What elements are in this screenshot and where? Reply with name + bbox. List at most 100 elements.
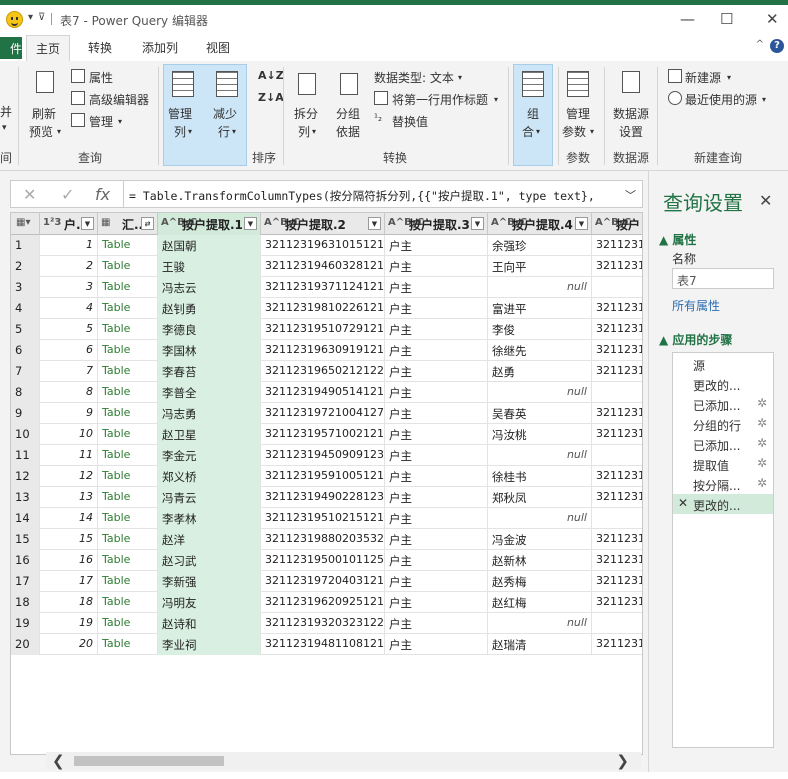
- cell-extract-5[interactable]: 32112319: [592, 298, 642, 319]
- combine-label[interactable]: 组: [527, 105, 539, 122]
- table-row[interactable]: 19 19 Table 赵诗和 321123193203231223 户主 null: [11, 613, 642, 634]
- cell-extract-2[interactable]: 321123198102261216: [261, 298, 385, 319]
- table-row[interactable]: 11 11 Table 李金元 321123194509091230 户主 null: [11, 445, 642, 466]
- formula-cancel-icon[interactable]: ✕: [23, 185, 36, 204]
- filter-dropdown-icon[interactable]: ▼: [368, 217, 381, 230]
- row-number[interactable]: 13: [11, 487, 40, 508]
- cell-table-link[interactable]: Table: [98, 487, 158, 508]
- cell-extract-2[interactable]: 321123194509091230: [261, 445, 385, 466]
- cell-table-link[interactable]: Table: [98, 298, 158, 319]
- row-number[interactable]: 3: [11, 277, 40, 298]
- applied-step[interactable]: 已添加... ✲: [673, 394, 773, 414]
- preview-label[interactable]: 预览: [29, 123, 53, 140]
- cell-extract-1[interactable]: 冯青云: [158, 487, 261, 508]
- cell-extract-1[interactable]: 赵洋: [158, 529, 261, 550]
- cell-extract-4[interactable]: 徐继先: [488, 340, 592, 361]
- advanced-editor-button[interactable]: 高级编辑器: [89, 91, 149, 108]
- cell-extract-1[interactable]: 李国林: [158, 340, 261, 361]
- cell-extract-1[interactable]: 冯明友: [158, 592, 261, 613]
- clipped-button-label[interactable]: 并: [0, 103, 12, 120]
- cell-extract-5[interactable]: [592, 277, 642, 298]
- cell-extract-5[interactable]: 32112319: [592, 340, 642, 361]
- cell-extract-4[interactable]: 李俊: [488, 319, 592, 340]
- cell-extract-3[interactable]: 户主: [385, 277, 488, 298]
- cell-extract-3[interactable]: 户主: [385, 571, 488, 592]
- step-settings-icon[interactable]: ✲: [757, 416, 767, 430]
- cell-extract-3[interactable]: 户主: [385, 445, 488, 466]
- cell-household-no[interactable]: 12: [40, 466, 98, 487]
- cell-extract-1[interactable]: 冯志云: [158, 277, 261, 298]
- scroll-left-icon[interactable]: ❮: [52, 752, 65, 770]
- query-name-input[interactable]: 表7: [672, 268, 774, 289]
- column-header[interactable]: ▦ 汇... ⇄: [98, 213, 158, 235]
- cell-household-no[interactable]: 19: [40, 613, 98, 634]
- sort-descending-icon[interactable]: Z↓A: [258, 91, 284, 104]
- data-type-dropdown[interactable]: 数据类型: 文本: [374, 69, 454, 86]
- cell-extract-3[interactable]: 户主: [385, 235, 488, 256]
- cell-extract-3[interactable]: 户主: [385, 382, 488, 403]
- cell-table-link[interactable]: Table: [98, 529, 158, 550]
- table-row[interactable]: 17 17 Table 李新强 321123197204031214 户主 赵秀梅 32112…: [11, 571, 642, 592]
- applied-step[interactable]: ✕ 更改的...: [673, 494, 773, 514]
- cell-household-no[interactable]: 10: [40, 424, 98, 445]
- reduce-rows-label[interactable]: 减少: [213, 105, 237, 122]
- step-settings-icon[interactable]: ✲: [757, 396, 767, 410]
- help-icon[interactable]: ?: [770, 39, 784, 53]
- table-row[interactable]: 13 13 Table 冯青云 321123194902281233 户主 郑秋凤 32112…: [11, 487, 642, 508]
- row-number[interactable]: 4: [11, 298, 40, 319]
- cell-extract-5[interactable]: [592, 613, 642, 634]
- cell-extract-1[interactable]: 王骏: [158, 256, 261, 277]
- cell-household-no[interactable]: 9: [40, 403, 98, 424]
- formula-confirm-icon[interactable]: ✓: [61, 185, 74, 204]
- manage-columns-label[interactable]: 管理: [168, 105, 192, 122]
- cell-extract-5[interactable]: 32112319: [592, 550, 642, 571]
- cell-extract-2[interactable]: 321123193711241218: [261, 277, 385, 298]
- cell-table-link[interactable]: Table: [98, 340, 158, 361]
- formula-expand-icon[interactable]: ﹀: [625, 187, 636, 203]
- step-settings-icon[interactable]: ✲: [757, 456, 767, 470]
- cell-extract-1[interactable]: 郑义桥: [158, 466, 261, 487]
- cell-extract-4[interactable]: 徐桂书: [488, 466, 592, 487]
- cell-extract-4[interactable]: 余强珍: [488, 235, 592, 256]
- replace-values-button[interactable]: 替换值: [392, 113, 428, 130]
- manage-params-label2[interactable]: 参数: [562, 123, 586, 140]
- cell-extract-4[interactable]: 王向平: [488, 256, 592, 277]
- table-row[interactable]: 15 15 Table 赵洋 32112319880203532X 户主 冯金波 321123…: [11, 529, 642, 550]
- row-number[interactable]: 15: [11, 529, 40, 550]
- cell-extract-1[interactable]: 李孝林: [158, 508, 261, 529]
- cell-extract-4[interactable]: 赵红梅: [488, 592, 592, 613]
- cell-extract-2[interactable]: 321123196502121221: [261, 361, 385, 382]
- cell-null[interactable]: null: [488, 613, 592, 634]
- cell-extract-4[interactable]: 赵新林: [488, 550, 592, 571]
- applied-step[interactable]: 按分隔... ✲: [673, 474, 773, 494]
- manage-button[interactable]: 管理: [89, 113, 113, 130]
- cell-household-no[interactable]: 18: [40, 592, 98, 613]
- expand-icon[interactable]: ⇄: [141, 217, 154, 230]
- table-row[interactable]: 10 10 Table 赵卫星 321123195710021212 户主 冯汝桃 32112…: [11, 424, 642, 445]
- row-number[interactable]: 2: [11, 256, 40, 277]
- cell-extract-1[interactable]: 李新强: [158, 571, 261, 592]
- column-header[interactable]: A^B_C 按户: [592, 213, 642, 235]
- cell-extract-3[interactable]: 户主: [385, 550, 488, 571]
- table-row[interactable]: 11Table赵国朝321123196310151215户主余强珍3211231…: [11, 235, 642, 256]
- close-button[interactable]: ✕: [766, 10, 779, 28]
- row-number[interactable]: 6: [11, 340, 40, 361]
- cell-household-no[interactable]: 17: [40, 571, 98, 592]
- first-row-header-button[interactable]: 将第一行用作标题: [392, 91, 488, 108]
- cell-household-no[interactable]: 7: [40, 361, 98, 382]
- cell-extract-3[interactable]: 户主: [385, 592, 488, 613]
- cell-table-link[interactable]: Table: [98, 592, 158, 613]
- cell-extract-1[interactable]: 赵卫星: [158, 424, 261, 445]
- row-number[interactable]: 8: [11, 382, 40, 403]
- cell-extract-4[interactable]: 郑秋凤: [488, 487, 592, 508]
- row-number[interactable]: 11: [11, 445, 40, 466]
- row-number[interactable]: 17: [11, 571, 40, 592]
- delete-step-icon[interactable]: ✕: [678, 496, 688, 510]
- cell-extract-5[interactable]: 32112319: [592, 235, 642, 256]
- cell-household-no[interactable]: 11: [40, 445, 98, 466]
- cell-table-link[interactable]: Table: [98, 466, 158, 487]
- cell-table-link[interactable]: Table: [98, 634, 158, 655]
- table-row[interactable]: 66Table李国林32112319630919121X户主徐继先3211231…: [11, 340, 642, 361]
- all-properties-link[interactable]: 所有属性: [672, 297, 720, 314]
- cell-extract-2[interactable]: 32112319481108121X: [261, 634, 385, 655]
